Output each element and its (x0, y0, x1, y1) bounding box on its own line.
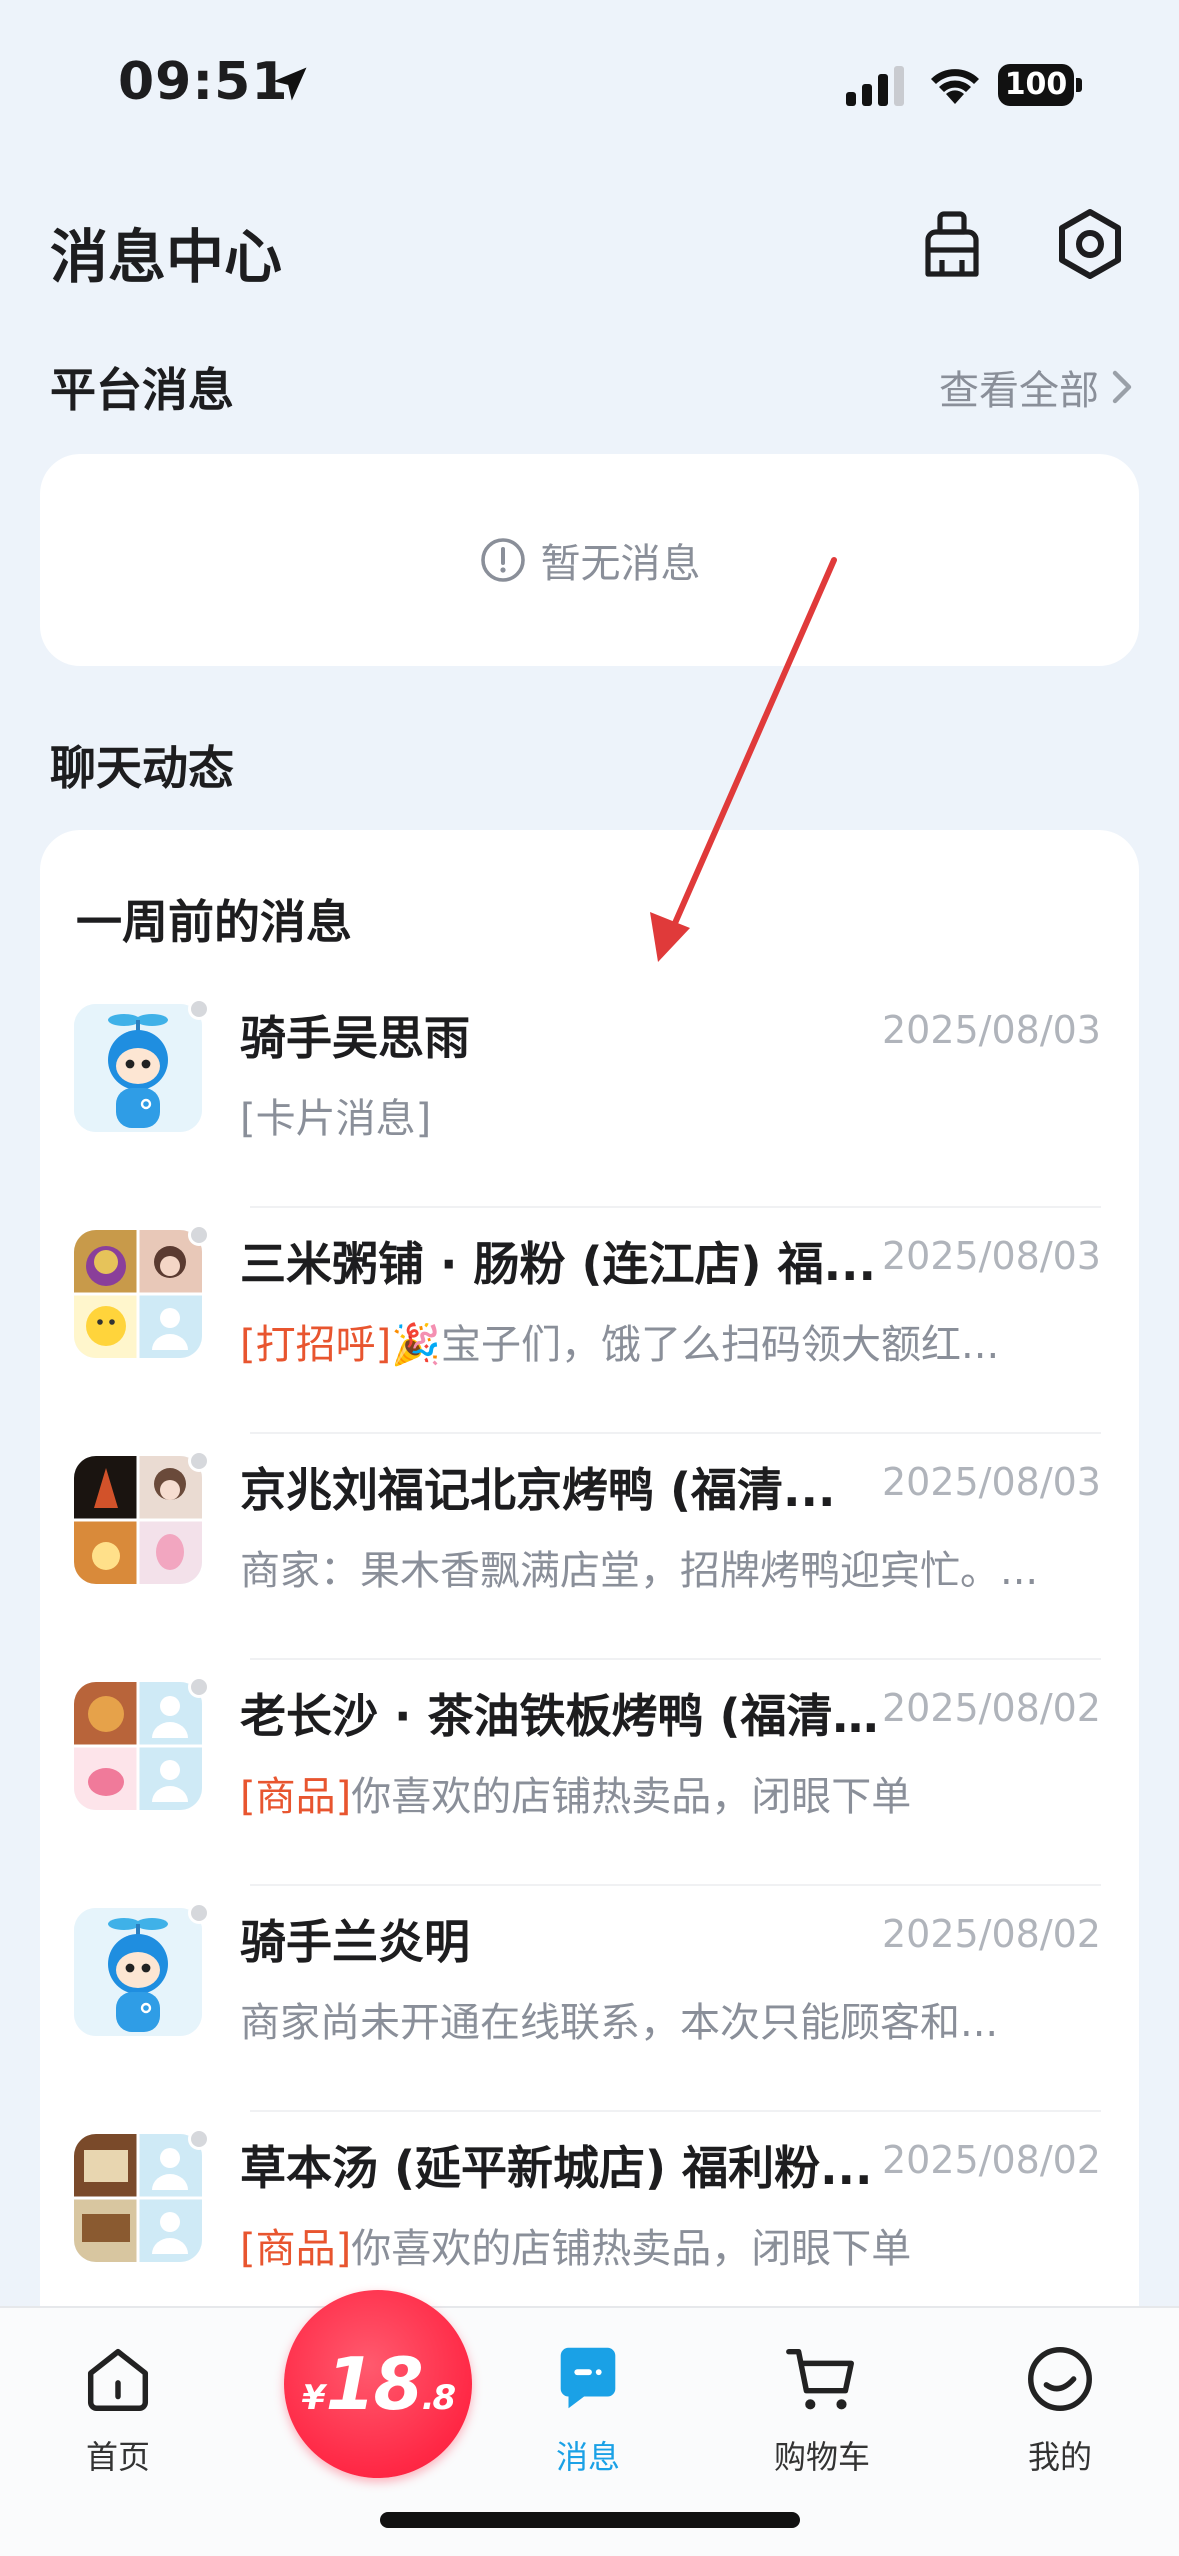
group-avatar-image (74, 1456, 202, 1584)
battery-level: 100 (998, 64, 1074, 106)
platform-section-title: 平台消息 (50, 363, 234, 417)
chat-list-card: 一周前的消息 骑手吴思雨 2025/08/03 [卡片消息] 三米粥铺 · 肠粉… (40, 830, 1139, 2330)
unread-dot (188, 998, 210, 1020)
view-all-label: 查看全部 (939, 368, 1099, 414)
platform-messages-card: 暂无消息 (40, 454, 1139, 666)
unread-dot (188, 1224, 210, 1246)
unread-dot (188, 1902, 210, 1924)
broom-clean-icon[interactable] (914, 206, 990, 282)
preview-text: 商家：果木香飘满店堂，招牌烤鸭迎宾忙。... (240, 1548, 1039, 1594)
chat-preview: 商家：果木香飘满店堂，招牌烤鸭迎宾忙。... (240, 1538, 1090, 1596)
promo-amount: ¥ 18 .8 (301, 2342, 457, 2426)
group-avatar (74, 1682, 202, 1810)
preview-text: [卡片消息] (240, 1096, 432, 1142)
chat-item[interactable]: 草本汤 (延平新城店) 福利粉... 2025/08/02 [商品]你喜欢的店铺… (40, 2112, 1139, 2330)
group-avatar-image (74, 1230, 202, 1358)
chat-item[interactable]: 三米粥铺 · 肠粉 (连江店) 福... 2025/08/03 [打招呼]🎉宝子… (40, 1208, 1139, 1434)
tab-home-label: 首页 (85, 2438, 150, 2476)
view-all-link[interactable]: 查看全部 (939, 358, 1135, 416)
cellular-signal-icon (846, 66, 904, 106)
rider-avatar (74, 1004, 202, 1132)
chat-name: 骑手吴思雨 (240, 1011, 470, 1065)
chat-date: 2025/08/02 (881, 1912, 1101, 1956)
promo-badge[interactable]: ¥ 18 .8 (284, 2290, 472, 2478)
chat-item[interactable]: 京兆刘福记北京烤鸭 (福清... 2025/08/03 商家：果木香飘满店堂，招… (40, 1434, 1139, 1660)
battery-indicator: 100 (998, 64, 1082, 106)
chat-date: 2025/08/03 (881, 1460, 1101, 1504)
empty-state: 暂无消息 (40, 454, 1139, 666)
profile-face-icon (1028, 2347, 1092, 2411)
wifi-icon (931, 69, 979, 104)
preview-text: 你喜欢的店铺热卖品，闭眼下单 (351, 1774, 912, 1820)
chevron-right-icon (1112, 370, 1132, 404)
promo-currency: ¥ (301, 2378, 326, 2418)
promo-amount-integer: 18 (325, 2342, 423, 2426)
chat-date: 2025/08/02 (881, 2138, 1101, 2182)
chat-name: 老长沙 · 茶油铁板烤鸭 (福清... (240, 1689, 880, 1743)
preview-text: 🎉宝子们，饿了么扫码领大额红... (391, 1322, 1000, 1368)
chat-item[interactable]: 骑手兰炎明 2025/08/02 商家尚未开通在线联系，本次只能顾客和... (40, 1886, 1139, 2112)
info-alert-icon (480, 538, 525, 582)
tab-me-label: 我的 (1027, 2438, 1092, 2476)
group-avatar (74, 1456, 202, 1584)
group-avatar (74, 1230, 202, 1358)
tab-cart-label: 购物车 (773, 2438, 870, 2476)
unread-dot (188, 1450, 210, 1472)
promo-amount-decimal: .8 (421, 2378, 457, 2418)
tab-cart[interactable]: 购物车 (742, 2322, 902, 2482)
location-arrow-icon (273, 67, 307, 101)
unread-dot (188, 2128, 210, 2150)
rider-mascot-icon (74, 1908, 202, 2036)
chat-section-title: 聊天动态 (50, 741, 234, 795)
tab-messages-label: 消息 (555, 2438, 620, 2476)
tab-messages[interactable]: 消息 (508, 2322, 668, 2482)
chat-preview: [卡片消息] (240, 1086, 1090, 1144)
group-title: 一周前的消息 (76, 895, 352, 949)
chat-date: 2025/08/03 (881, 1234, 1101, 1278)
tab-me[interactable]: 我的 (980, 2322, 1140, 2482)
shopping-cart-icon (786, 2348, 854, 2410)
preview-text: 你喜欢的店铺热卖品，闭眼下单 (351, 2226, 912, 2272)
message-chat-icon (560, 2347, 616, 2409)
home-indicator (380, 2512, 800, 2528)
chat-date: 2025/08/03 (881, 1008, 1101, 1052)
preview-tag: [打招呼] (240, 1322, 392, 1368)
rider-avatar (74, 1908, 202, 2036)
status-bar: 09:51 100 (0, 0, 1179, 170)
preview-text: 商家尚未开通在线联系，本次只能顾客和... (240, 2000, 999, 2046)
battery-tip (1076, 78, 1082, 92)
group-avatar (74, 2134, 202, 2262)
chat-preview: [打招呼]🎉宝子们，饿了么扫码领大额红... (240, 1312, 1090, 1370)
chat-name: 骑手兰炎明 (240, 1915, 470, 1969)
preview-tag: [商品] (240, 1774, 352, 1820)
settings-gear-icon[interactable] (1052, 206, 1128, 282)
chat-date: 2025/08/02 (881, 1686, 1101, 1730)
chat-preview: 商家尚未开通在线联系，本次只能顾客和... (240, 1990, 1090, 2048)
chat-name: 草本汤 (延平新城店) 福利粉... (240, 2141, 873, 2195)
unread-dot (188, 1676, 210, 1698)
chat-name: 三米粥铺 · 肠粉 (连江店) 福... (240, 1237, 877, 1291)
group-avatar-image (74, 2134, 202, 2262)
status-time: 09:51 (118, 52, 289, 112)
chat-preview: [商品]你喜欢的店铺热卖品，闭眼下单 (240, 1764, 1090, 1822)
chat-name: 京兆刘福记北京烤鸭 (福清... (240, 1463, 836, 1517)
chat-item[interactable]: 老长沙 · 茶油铁板烤鸭 (福清... 2025/08/02 [商品]你喜欢的店… (40, 1660, 1139, 1886)
empty-state-text: 暂无消息 (540, 541, 701, 587)
page-title: 消息中心 (50, 223, 283, 291)
home-icon (87, 2348, 149, 2411)
rider-mascot-icon (74, 1004, 202, 1132)
screen: 09:51 100 消息中心 平台消息 查看全部 暂无消息 聊天动态 一周前的消… (0, 0, 1179, 2556)
group-avatar-image (74, 1682, 202, 1810)
chat-preview: [商品]你喜欢的店铺热卖品，闭眼下单 (240, 2216, 1090, 2274)
tab-home[interactable]: 首页 (38, 2322, 198, 2482)
preview-tag: [商品] (240, 2226, 352, 2272)
chat-item[interactable]: 骑手吴思雨 2025/08/03 [卡片消息] (40, 982, 1139, 1208)
